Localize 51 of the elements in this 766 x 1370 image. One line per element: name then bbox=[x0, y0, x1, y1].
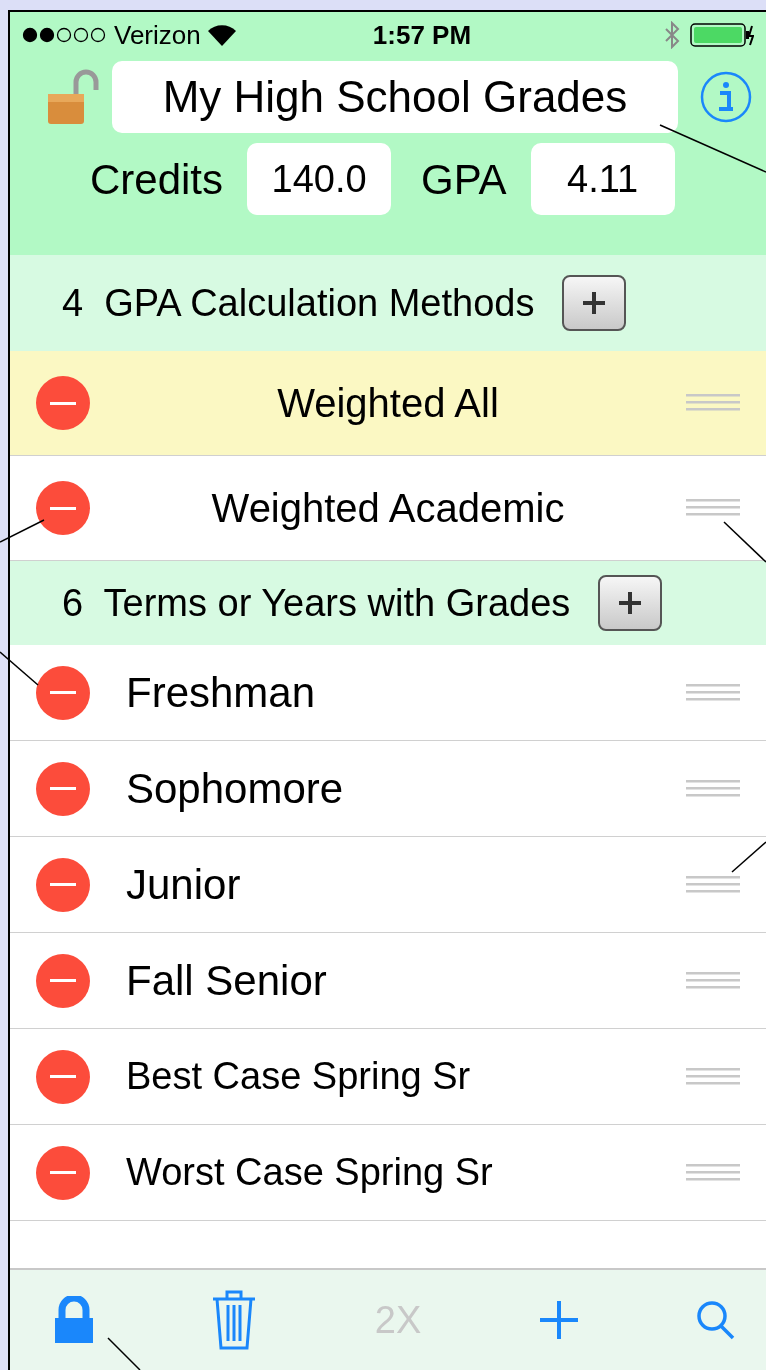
leader-line bbox=[107, 1337, 141, 1370]
padlock-icon[interactable] bbox=[46, 68, 100, 126]
drag-handle-icon[interactable] bbox=[686, 1161, 740, 1184]
drag-handle-icon[interactable] bbox=[686, 777, 740, 800]
row-label: Weighted All bbox=[276, 380, 500, 427]
gpa-field[interactable]: 4.11 bbox=[530, 143, 675, 215]
drag-handle-icon[interactable] bbox=[686, 497, 740, 519]
row-label: Freshman bbox=[125, 668, 317, 718]
trash-icon[interactable] bbox=[211, 1289, 258, 1351]
delete-button[interactable] bbox=[36, 761, 90, 816]
row-label: Fall Senior bbox=[125, 956, 328, 1006]
drag-handle-icon[interactable] bbox=[686, 969, 740, 992]
bluetooth-icon bbox=[664, 21, 680, 49]
add-button[interactable] bbox=[562, 275, 627, 331]
delete-button[interactable] bbox=[36, 376, 90, 430]
info-icon[interactable] bbox=[700, 71, 752, 123]
credits-label: Credits bbox=[90, 154, 224, 205]
row-label: Best Case Spring Sr bbox=[125, 1054, 472, 1099]
plus-icon bbox=[582, 291, 607, 315]
search-icon[interactable] bbox=[696, 1300, 736, 1340]
delete-button[interactable] bbox=[36, 857, 90, 912]
credits-field[interactable]: 140.0 bbox=[247, 143, 392, 215]
drag-handle-icon[interactable] bbox=[686, 873, 740, 896]
drag-handle-icon[interactable] bbox=[686, 1065, 740, 1088]
add-button[interactable] bbox=[598, 575, 663, 631]
carrier-name: Verizon bbox=[114, 18, 201, 52]
row-label: Weighted Academic bbox=[210, 485, 566, 532]
padlock-icon[interactable] bbox=[54, 1296, 94, 1344]
plus-icon bbox=[618, 591, 643, 615]
drag-handle-icon[interactable] bbox=[686, 681, 740, 704]
row-label: Junior bbox=[125, 860, 242, 910]
delete-button[interactable] bbox=[36, 953, 90, 1008]
battery-icon bbox=[690, 23, 754, 47]
delete-button[interactable] bbox=[36, 1145, 90, 1200]
delete-button[interactable] bbox=[36, 665, 90, 720]
clock-time: 1:57 PM bbox=[371, 18, 473, 52]
list-row[interactable]: Weighted All bbox=[10, 351, 766, 456]
leader-line bbox=[731, 841, 766, 873]
delete-button[interactable] bbox=[36, 481, 90, 535]
title-field[interactable]: My High School Grades bbox=[112, 61, 678, 133]
delete-button[interactable] bbox=[36, 1049, 90, 1104]
signal-icon bbox=[22, 27, 108, 43]
wifi-icon bbox=[206, 24, 237, 46]
section-title: 4 GPA Calculation Methods bbox=[62, 280, 535, 326]
row-label: Worst Case Spring Sr bbox=[125, 1150, 494, 1195]
section-title: 6 Terms or Years with Grades bbox=[62, 580, 571, 626]
drag-handle-icon[interactable] bbox=[686, 392, 740, 414]
leader-line bbox=[723, 521, 766, 563]
add-icon[interactable] bbox=[538, 1300, 579, 1340]
gpa-label: GPA bbox=[421, 154, 507, 205]
row-label: Sophomore bbox=[125, 764, 345, 814]
